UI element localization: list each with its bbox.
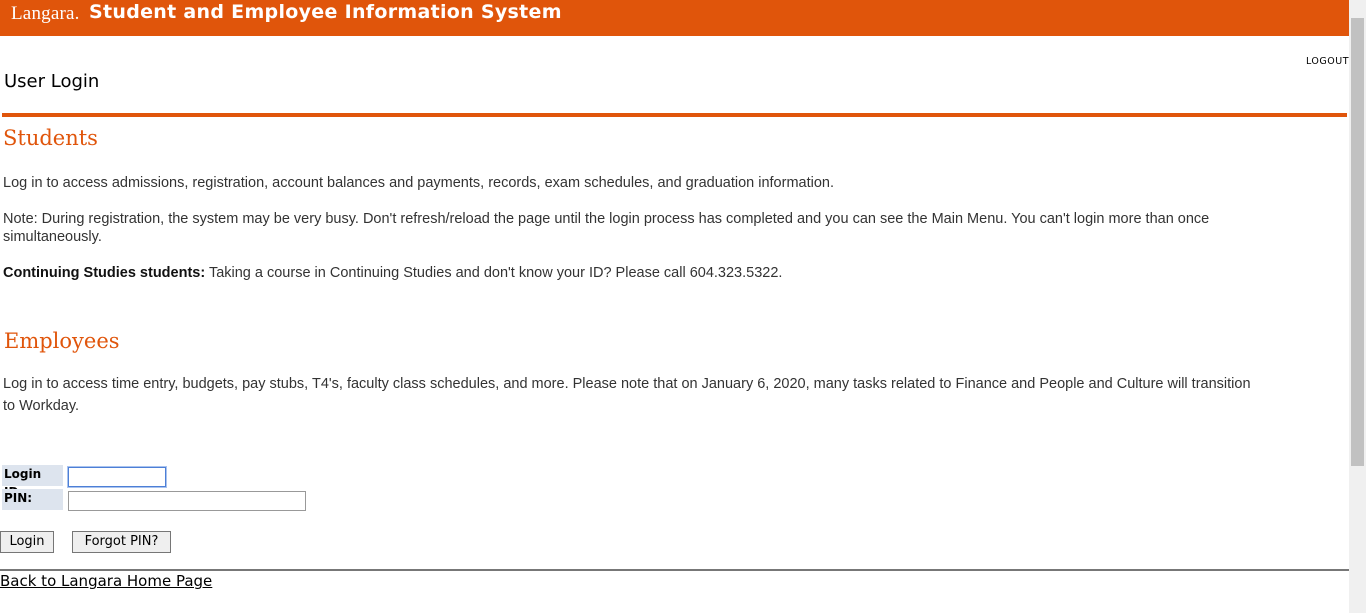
logout-link[interactable]: LOGOUT xyxy=(1306,56,1349,67)
login-id-input[interactable] xyxy=(68,467,166,487)
page-title: User Login xyxy=(4,71,100,92)
scrollbar-thumb[interactable] xyxy=(1351,18,1364,466)
login-id-label: Login ID: xyxy=(2,465,63,499)
registration-note-line2: simultaneously. xyxy=(3,229,102,245)
langara-logo[interactable]: Langara. xyxy=(11,3,80,25)
employees-heading: Employees xyxy=(4,329,120,353)
students-intro: Log in to access admissions, registratio… xyxy=(3,175,834,191)
registration-note-line1: Note: During registration, the system ma… xyxy=(3,211,1210,227)
continuing-studies-note: Continuing Studies students: Taking a co… xyxy=(3,264,782,282)
continuing-studies-label: Continuing Studies students: xyxy=(3,265,206,281)
back-to-home-link[interactable]: Back to Langara Home Page xyxy=(0,572,212,590)
forgot-pin-button[interactable]: Forgot PIN? xyxy=(72,531,171,553)
header-banner: Langara. Student and Employee Informatio… xyxy=(0,0,1366,36)
header-divider xyxy=(2,113,1347,117)
registration-note: Note: During registration, the system ma… xyxy=(3,210,1209,246)
continuing-studies-text: Taking a course in Continuing Studies an… xyxy=(205,265,783,281)
vertical-scrollbar[interactable] xyxy=(1349,0,1366,613)
employees-intro: Log in to access time entry, budgets, pa… xyxy=(3,373,1251,417)
pin-label: PIN: xyxy=(2,489,63,510)
footer-divider xyxy=(0,569,1349,571)
employees-intro-line2: to Workday. xyxy=(3,398,80,414)
students-heading: Students xyxy=(3,126,98,150)
login-button[interactable]: Login xyxy=(0,531,54,553)
pin-input[interactable] xyxy=(68,491,306,511)
system-title: Student and Employee Information System xyxy=(89,1,562,23)
employees-intro-line1: Log in to access time entry, budgets, pa… xyxy=(3,376,1251,392)
